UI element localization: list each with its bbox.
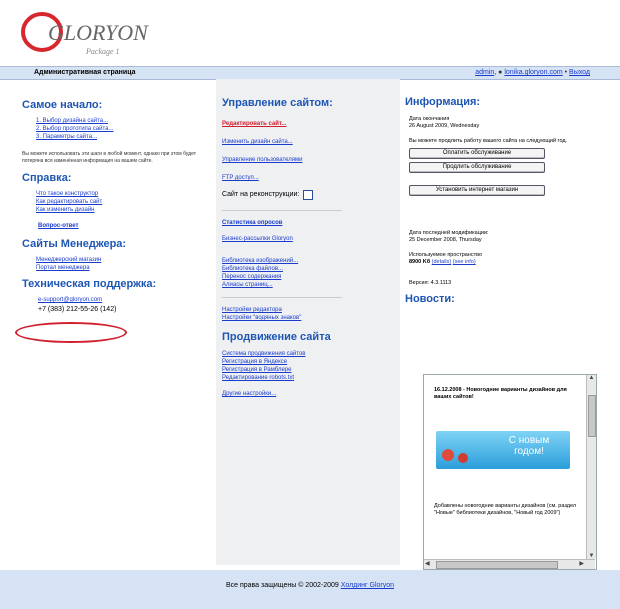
user-link[interactable]: admin	[475, 69, 494, 76]
divider	[222, 210, 342, 211]
edit-site-link[interactable]: Редактировать сайт...	[222, 121, 286, 127]
banner-line1: С новым	[508, 435, 550, 446]
help-links: Что такое конструктор Как редактировать …	[36, 190, 210, 214]
site-link[interactable]: lonika.gloryon.com	[504, 69, 562, 76]
scroll-right-icon[interactable]: ▶	[579, 560, 584, 567]
reconstruction-row: Сайт на реконструкции:	[222, 190, 400, 200]
manager-heading: Сайты Менеджера:	[22, 238, 127, 250]
holding-link[interactable]: Холдинг Gloryon	[341, 582, 394, 589]
expiry-label: Дата окончания	[409, 116, 450, 122]
mailing-link[interactable]: Бизнес-рассылки Gloryon	[222, 236, 293, 242]
change-design-link[interactable]: Изменить дизайн сайта...	[222, 139, 293, 145]
help-design-link[interactable]: Как изменить дизайн	[36, 207, 95, 213]
help-heading: Справка:	[22, 172, 72, 184]
promo-links: Система продвижения сайтов Регистрация в…	[222, 350, 400, 382]
hscroll-thumb[interactable]	[436, 561, 558, 569]
image-library-link[interactable]: Библиотека изображений...	[222, 258, 298, 264]
ftp-link[interactable]: FTP доступ...	[222, 175, 259, 181]
footer: Все права защищены © 2002-2009 Холдинг G…	[0, 570, 620, 609]
editor-settings-link[interactable]: Настройки редактора	[222, 307, 282, 313]
top-bar: Административная страница admin, ● lonik…	[0, 66, 620, 80]
library-links: Библиотека изображений... Библиотека фай…	[222, 257, 400, 289]
promo-heading: Продвижение сайта	[222, 331, 331, 343]
manager-shop-link[interactable]: Менеджерский магазин	[36, 257, 101, 263]
left-column: Самое начало: 1. Выбор дизайна сайта... …	[22, 79, 210, 314]
modified-date: 25 December 2008, Thursday	[409, 237, 482, 243]
logout-link[interactable]: Выход	[569, 69, 590, 76]
page-title: Административная страница	[34, 69, 136, 76]
middle-column: Управление сайтом: Редактировать сайт...…	[216, 79, 400, 565]
extend-service-button[interactable]: Продлить обслуживание	[409, 162, 545, 173]
horizontal-scrollbar[interactable]: ◀ ▶	[424, 559, 595, 569]
logo-subtext: Package 1	[85, 47, 120, 56]
scroll-thumb[interactable]	[588, 395, 596, 437]
news-heading: Новости:	[405, 293, 455, 305]
space-value: 8900 Kб	[409, 259, 431, 265]
right-column: Информация: Дата окончания 26 August 200…	[405, 79, 600, 305]
reconstruction-label: Сайт на реконструкции:	[222, 191, 300, 198]
info-heading: Информация:	[405, 96, 481, 108]
space-label: Используемое пространство	[409, 252, 483, 258]
page-aliases-link[interactable]: Алиасы страниц...	[222, 282, 273, 288]
qa-link[interactable]: Вопрос-ответ	[38, 223, 78, 229]
settings-links: Настройки редактора Настройки "водяных з…	[222, 306, 400, 322]
divider	[222, 297, 342, 298]
news-panel[interactable]: 16.12.2008 - Новогодние варианты дизайно…	[423, 374, 597, 570]
manage-heading: Управление сайтом:	[222, 97, 333, 109]
extend-text: Вы можете продлить работу вашего сайта н…	[409, 138, 568, 144]
user-bar: admin, ● lonika.gloryon.com • Выход	[475, 67, 590, 79]
ornament-icon	[458, 453, 468, 463]
scroll-left-icon[interactable]: ◀	[425, 560, 430, 567]
start-note: Вы можете использовать эти шаги в любой …	[22, 151, 196, 164]
version-text: Версия: 4.3.1113	[409, 280, 452, 286]
watermark-settings-link[interactable]: Настройки "водяных знаков"	[222, 315, 301, 321]
support-email-link[interactable]: e-support@gloryon.com	[38, 297, 102, 303]
help-what-link[interactable]: Что такое конструктор	[36, 191, 98, 197]
help-edit-link[interactable]: Как редактировать сайт	[36, 199, 102, 205]
news-title: 16.12.2008 - Новогодние варианты дизайно…	[434, 387, 567, 400]
users-link[interactable]: Управление пользователями	[222, 157, 303, 163]
user-dot-icon: , ●	[494, 69, 505, 76]
space-info-link[interactable]: (see info)	[453, 259, 476, 265]
modified-label: Дата последней модификации:	[409, 230, 489, 236]
yandex-link[interactable]: Регистрация в Яндексе	[222, 359, 287, 365]
space-details-link[interactable]: (details)	[432, 259, 452, 265]
gloryon-logo[interactable]: GLORYON Package 1	[20, 8, 160, 60]
install-shop-button[interactable]: Установить интернет магазин	[409, 185, 545, 196]
robots-link[interactable]: Редактирование robots.txt	[222, 375, 294, 381]
ornament-icon	[442, 449, 454, 461]
support-heading: Техническая поддержка:	[22, 278, 157, 290]
file-library-link[interactable]: Библиотека файлов...	[222, 266, 283, 272]
highlight-oval	[15, 322, 127, 343]
stats-link[interactable]: Статистика опросов	[222, 220, 282, 226]
banner-line2: годом!	[514, 446, 544, 457]
pay-service-button[interactable]: Оплатить обслуживание	[409, 148, 545, 159]
logo-text: GLORYON	[48, 20, 149, 45]
step-design-link[interactable]: 1. Выбор дизайна сайта...	[36, 118, 108, 124]
content-transfer-link[interactable]: Перенос содержания	[222, 274, 281, 280]
start-steps: 1. Выбор дизайна сайта... 2. Выбор прото…	[36, 117, 210, 141]
rambler-link[interactable]: Регистрация в Рамблере	[222, 367, 291, 373]
step-prototype-link[interactable]: 2. Выбор прототипа сайта...	[36, 126, 114, 132]
other-settings-link[interactable]: Другие настройки...	[222, 391, 276, 397]
promo-system-link[interactable]: Система продвижения сайтов	[222, 351, 306, 357]
copyright-text: Все права защищены © 2002-2009	[225, 582, 339, 589]
reconstruction-checkbox[interactable]	[303, 190, 314, 200]
support-phone: +7 (383) 212-55-26 (142)	[38, 306, 117, 313]
start-heading: Самое начало:	[22, 99, 103, 111]
new-year-banner: С новым годом!	[436, 431, 570, 469]
news-body: Добавлены новогодние варианты дизайнов (…	[434, 503, 577, 516]
step-params-link[interactable]: 3. Параметры сайта...	[36, 134, 97, 140]
vertical-scrollbar[interactable]: ▲ ▼	[586, 375, 596, 559]
manager-portal-link[interactable]: Портал менеджера	[36, 265, 90, 271]
scroll-up-icon[interactable]: ▲	[587, 375, 596, 381]
expiry-date: 26 August 2009, Wednesday	[409, 123, 480, 129]
manager-links: Менеджерский магазин Портал менеджера	[36, 256, 210, 272]
